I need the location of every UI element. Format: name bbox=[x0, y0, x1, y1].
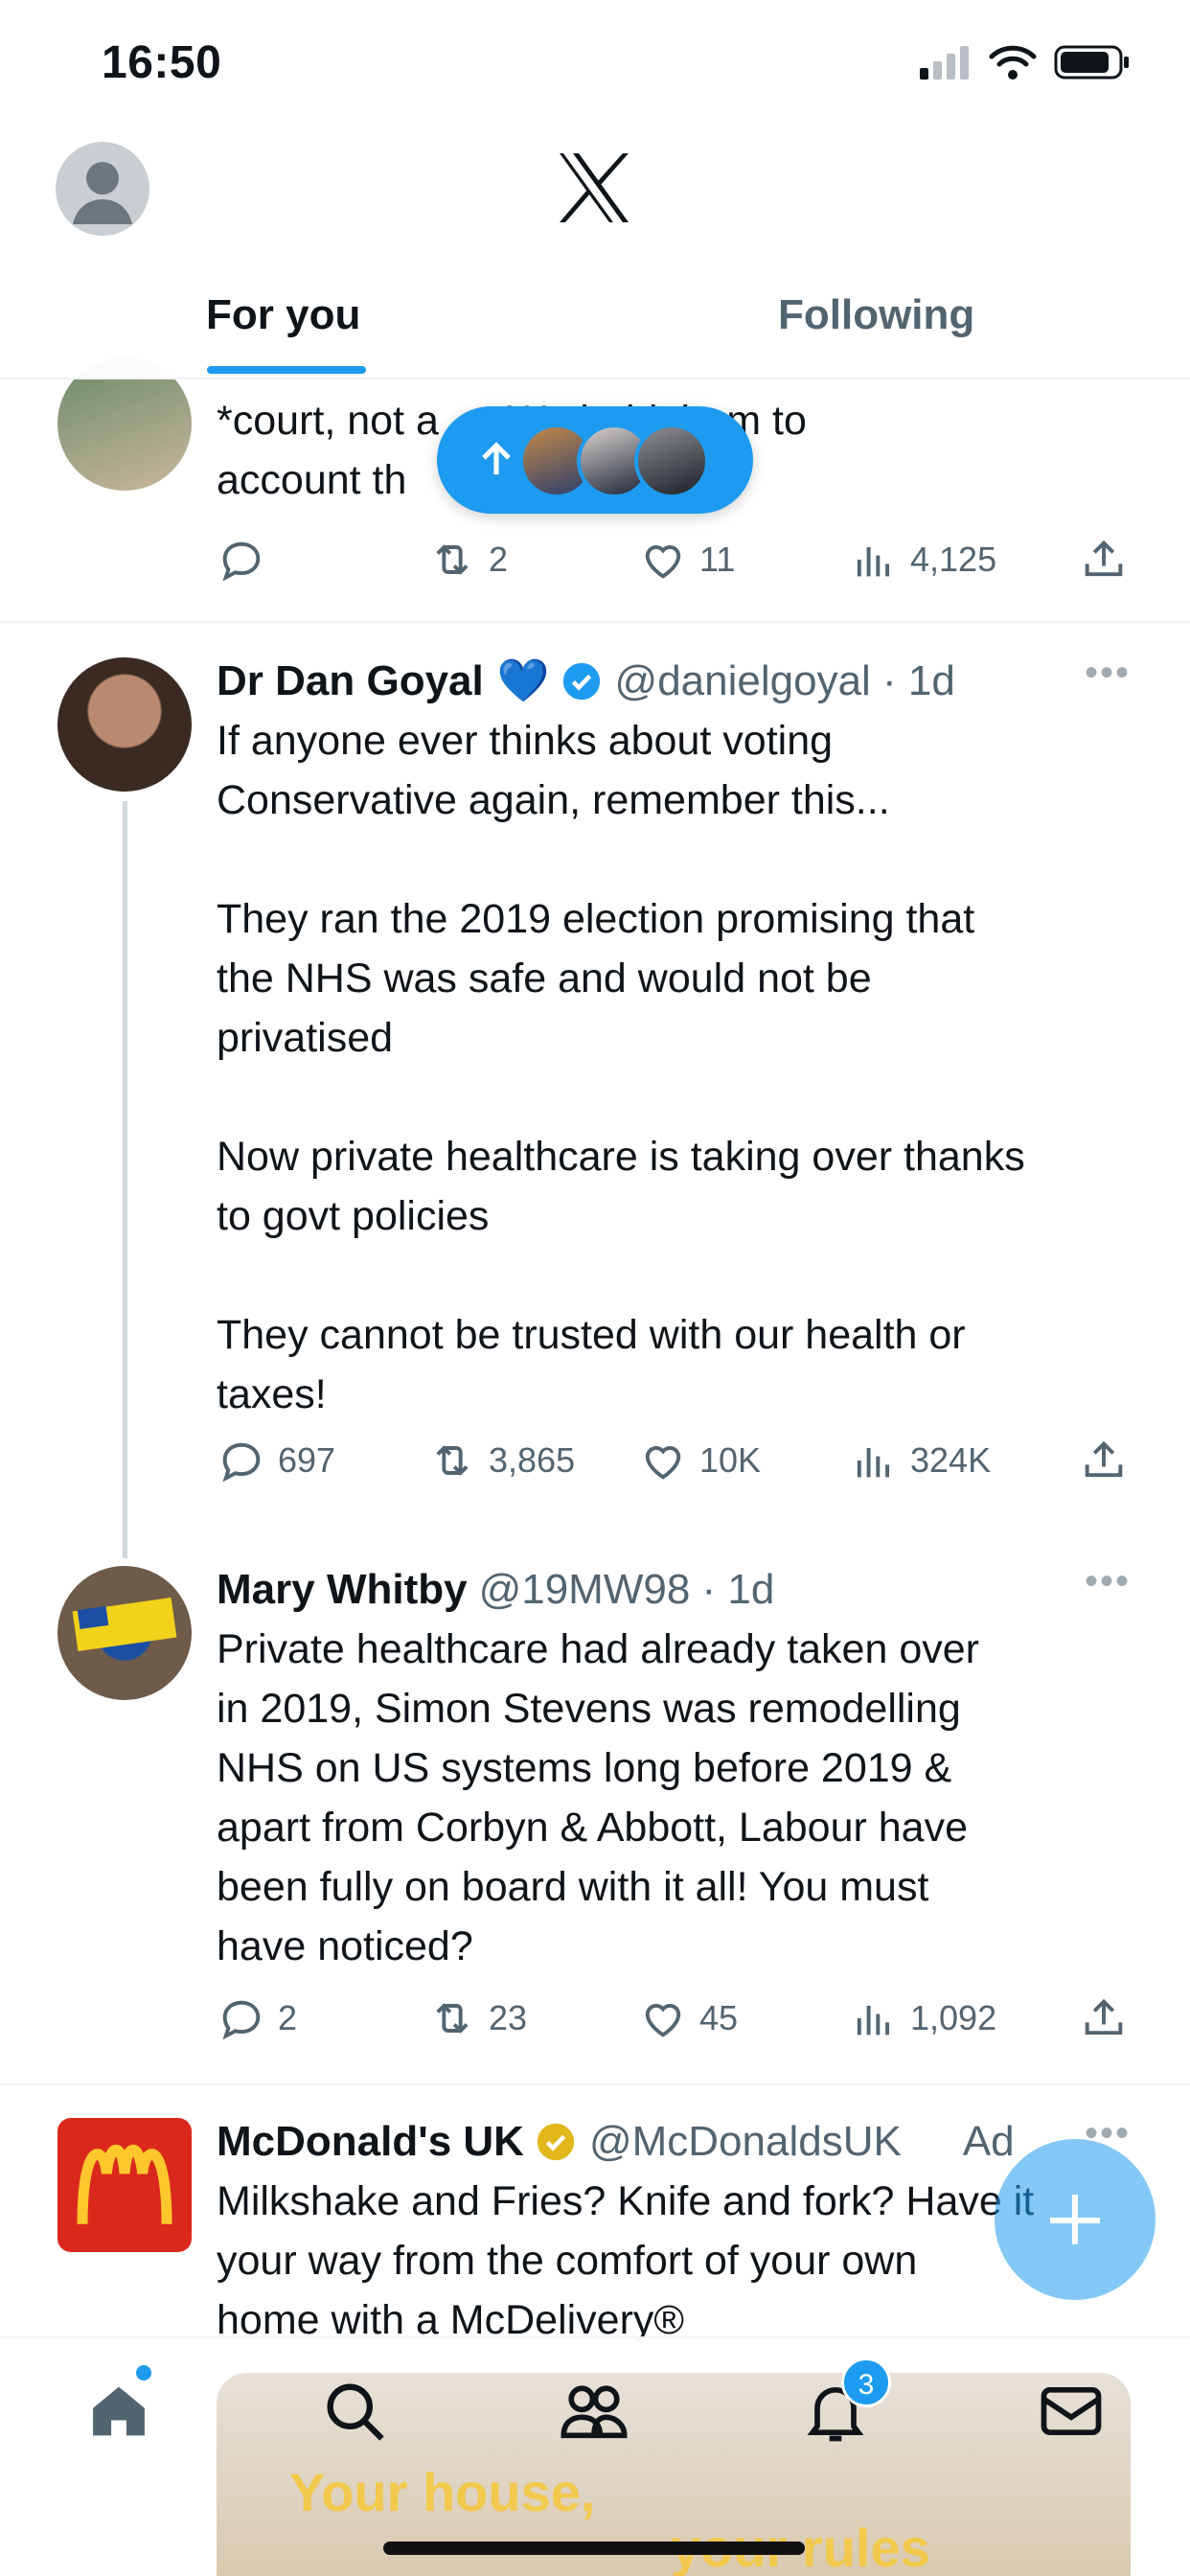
share-button[interactable] bbox=[1079, 535, 1129, 585]
repost-count: 23 bbox=[489, 1998, 528, 2037]
tweet-actions: 2 23 45 1,092 bbox=[217, 1993, 1127, 2051]
bottom-navigation: Your house, your rules 3 bbox=[0, 2336, 1190, 2576]
share-button[interactable] bbox=[1079, 1993, 1129, 2043]
share-icon bbox=[1085, 1440, 1123, 1478]
top-header: 16:50 For you Following bbox=[0, 0, 1190, 380]
wifi-icon bbox=[989, 45, 1037, 80]
home-indicator bbox=[383, 2542, 805, 2555]
views-button[interactable]: 1,092 bbox=[849, 1993, 996, 2043]
ad-label: Ad bbox=[962, 2118, 1015, 2165]
cellular-signal-icon bbox=[920, 46, 969, 80]
default-user-icon bbox=[73, 162, 132, 224]
communities-icon[interactable] bbox=[558, 2375, 630, 2448]
heart-icon bbox=[645, 1446, 681, 1480]
tweet-text: If anyone ever thinks about voting Conse… bbox=[217, 718, 1025, 1417]
thread-line bbox=[123, 801, 127, 1558]
views-icon bbox=[857, 1448, 890, 1478]
reply-icon bbox=[222, 1442, 261, 1483]
author-handle[interactable]: @McDonaldsUK bbox=[589, 2112, 902, 2172]
views-count: 1,092 bbox=[910, 1998, 997, 2037]
tweet-header: McDonald's UK @McDonaldsUK Ad bbox=[217, 2112, 1127, 2172]
repost-icon bbox=[436, 2003, 469, 2034]
heart-icon bbox=[645, 545, 681, 579]
reply-button[interactable]: 2 bbox=[217, 1993, 297, 2043]
tweet-text: Milkshake and Fries? Knife and fork? Hav… bbox=[217, 2178, 1034, 2343]
tweet-header: Mary Whitby @19MW98 · 1d bbox=[217, 1560, 1127, 1620]
views-icon bbox=[857, 2006, 890, 2036]
share-icon bbox=[1085, 540, 1123, 577]
home-icon[interactable] bbox=[82, 2375, 155, 2448]
heart-icon bbox=[645, 2004, 681, 2037]
author-name[interactable]: Mary Whitby bbox=[217, 1560, 468, 1620]
promo-line-1: Your house, bbox=[289, 2462, 596, 2522]
tweet-text: Private healthcare had already taken ove… bbox=[217, 1626, 979, 1969]
reply-icon bbox=[222, 541, 261, 582]
reply-button[interactable]: 697 bbox=[217, 1436, 335, 1485]
more-options-icon[interactable]: ••• bbox=[1085, 652, 1131, 695]
like-button[interactable]: 45 bbox=[638, 1993, 738, 2043]
home-unread-dot bbox=[136, 2365, 151, 2380]
status-time: 16:50 bbox=[102, 37, 222, 88]
repost-button[interactable]: 23 bbox=[427, 1993, 527, 2043]
like-count: 45 bbox=[699, 1998, 739, 2037]
mail-icon[interactable] bbox=[1035, 2375, 1108, 2448]
arrow-up-icon bbox=[482, 442, 511, 475]
battery-icon bbox=[1054, 45, 1129, 80]
status-bar: 16:50 bbox=[0, 0, 1190, 134]
new-post-avatar bbox=[634, 424, 709, 498]
active-tab-indicator bbox=[207, 366, 366, 374]
like-count: 10K bbox=[699, 1440, 762, 1480]
mcdonalds-logo[interactable] bbox=[57, 2118, 192, 2252]
repost-button[interactable]: 2 bbox=[427, 535, 508, 585]
search-icon[interactable] bbox=[318, 2375, 391, 2448]
reply-count: 697 bbox=[278, 1440, 336, 1480]
tab-for-you[interactable]: For you bbox=[206, 291, 360, 339]
tweet-actions: 697 3,865 10K 324K bbox=[217, 1436, 1127, 1493]
author-name[interactable]: Dr Dan Goyal bbox=[217, 652, 484, 711]
profile-avatar[interactable] bbox=[56, 142, 149, 236]
tweet[interactable]: Mary Whitby @19MW98 · 1d Private healthc… bbox=[0, 1539, 1190, 2085]
like-button[interactable]: 11 bbox=[638, 535, 735, 585]
x-logo-icon[interactable] bbox=[556, 151, 632, 224]
author-handle[interactable]: @19MW98 · 1d bbox=[479, 1560, 775, 1620]
compose-post-button[interactable] bbox=[995, 2139, 1156, 2300]
reply-icon bbox=[222, 2000, 261, 2040]
author-name[interactable]: McDonald's UK bbox=[217, 2112, 524, 2172]
gold-verified-badge-icon bbox=[537, 2123, 575, 2161]
golden-arches-icon bbox=[77, 2145, 172, 2224]
tab-following[interactable]: Following bbox=[778, 291, 974, 339]
more-options-icon[interactable]: ••• bbox=[1085, 1560, 1131, 1603]
reply-count: 2 bbox=[278, 1998, 298, 2037]
like-button[interactable]: 10K bbox=[638, 1436, 761, 1485]
tweet-header: Dr Dan Goyal 💙 @danielgoyal · 1d bbox=[217, 652, 1127, 711]
views-button[interactable]: 4,125 bbox=[849, 535, 996, 585]
tweet-avatar[interactable] bbox=[57, 1566, 192, 1700]
new-posts-pill[interactable] bbox=[437, 406, 753, 514]
views-icon bbox=[857, 547, 890, 577]
verified-badge-icon bbox=[562, 662, 600, 701]
tweet-avatar[interactable] bbox=[57, 657, 192, 792]
share-button[interactable] bbox=[1079, 1436, 1129, 1485]
tweet-actions: 2 11 4,125 bbox=[217, 535, 1127, 592]
blue-heart-emoji: 💙 bbox=[496, 657, 550, 704]
views-count: 324K bbox=[910, 1440, 992, 1480]
reply-button[interactable] bbox=[217, 535, 278, 585]
repost-button[interactable]: 3,865 bbox=[427, 1436, 575, 1485]
repost-icon bbox=[436, 544, 469, 575]
author-handle[interactable]: @danielgoyal · 1d bbox=[615, 652, 955, 711]
repost-count: 2 bbox=[489, 540, 509, 579]
like-count: 11 bbox=[699, 540, 736, 579]
views-button[interactable]: 324K bbox=[849, 1436, 991, 1485]
repost-icon bbox=[436, 1445, 469, 1476]
share-icon bbox=[1085, 1998, 1123, 2036]
notification-count-badge: 3 bbox=[841, 2358, 891, 2407]
timeline-tabs: For you Following bbox=[0, 278, 1190, 380]
repost-count: 3,865 bbox=[489, 1440, 576, 1480]
views-count: 4,125 bbox=[910, 540, 997, 579]
